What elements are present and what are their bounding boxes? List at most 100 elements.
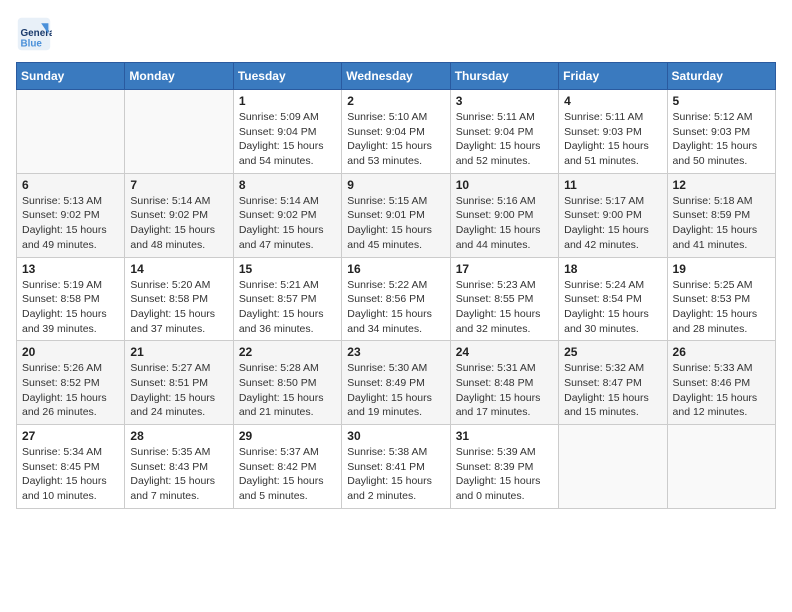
day-number: 29 — [239, 429, 336, 443]
calendar-cell: 19Sunrise: 5:25 AM Sunset: 8:53 PM Dayli… — [667, 257, 775, 341]
weekday-header-friday: Friday — [559, 63, 667, 90]
weekday-header-thursday: Thursday — [450, 63, 558, 90]
day-info: Sunrise: 5:14 AM Sunset: 9:02 PM Dayligh… — [130, 194, 227, 253]
day-info: Sunrise: 5:23 AM Sunset: 8:55 PM Dayligh… — [456, 278, 553, 337]
calendar-cell: 20 Sunrise: 5:26 AM Sunset: 8:52 PM Dayli… — [17, 341, 125, 425]
day-number: 11 — [564, 178, 661, 192]
day-number: 1 — [239, 94, 336, 108]
calendar-cell: 29 Sunrise: 5:37 AM Sunset: 8:42 PM Dayli… — [233, 425, 341, 509]
day-number: 25 — [564, 345, 661, 359]
day-info: Sunrise: 5:16 AM Sunset: 9:00 PM Dayligh… — [456, 194, 553, 253]
day-number: 13 — [22, 262, 119, 276]
day-info: Sunrise: 5:19 AM Sunset: 8:58 PM Dayligh… — [22, 278, 119, 337]
day-number: 30 — [347, 429, 444, 443]
day-info: Sunrise: 5:14 AM Sunset: 9:02 PM Dayligh… — [239, 194, 336, 253]
calendar-cell: 25 Sunrise: 5:32 AM Sunset: 8:47 PM Dayli… — [559, 341, 667, 425]
day-number: 18 — [564, 262, 661, 276]
calendar-cell: 3 Sunrise: 5:11 AM Sunset: 9:04 PM Daylig… — [450, 90, 558, 174]
day-number: 22 — [239, 345, 336, 359]
weekday-header-monday: Monday — [125, 63, 233, 90]
calendar-cell — [17, 90, 125, 174]
day-number: 9 — [347, 178, 444, 192]
weekday-header-tuesday: Tuesday — [233, 63, 341, 90]
day-number: 3 — [456, 94, 553, 108]
day-number: 5 — [673, 94, 770, 108]
day-number: 23 — [347, 345, 444, 359]
day-number: 12 — [673, 178, 770, 192]
day-info: Sunrise: 5:37 AM Sunset: 8:42 PM Dayligh… — [239, 445, 336, 504]
calendar-cell: 24Sunrise: 5:31 AM Sunset: 8:48 PM Dayli… — [450, 341, 558, 425]
calendar-cell: 18 Sunrise: 5:24 AM Sunset: 8:54 PM Dayli… — [559, 257, 667, 341]
day-info: Sunrise: 5:15 AM Sunset: 9:01 PM Dayligh… — [347, 194, 444, 253]
calendar-cell — [125, 90, 233, 174]
day-number: 2 — [347, 94, 444, 108]
day-info: Sunrise: 5:13 AM Sunset: 9:02 PM Dayligh… — [22, 194, 119, 253]
day-number: 19 — [673, 262, 770, 276]
calendar-cell: 1 Sunrise: 5:09 AM Sunset: 9:04 PM Daylig… — [233, 90, 341, 174]
day-number: 8 — [239, 178, 336, 192]
calendar-week-row: 6 Sunrise: 5:13 AM Sunset: 9:02 PM Daylig… — [17, 173, 776, 257]
day-info: Sunrise: 5:32 AM Sunset: 8:47 PM Dayligh… — [564, 361, 661, 420]
calendar-cell: 23 Sunrise: 5:30 AM Sunset: 8:49 PM Dayli… — [342, 341, 450, 425]
calendar-week-row: 13 Sunrise: 5:19 AM Sunset: 8:58 PM Dayli… — [17, 257, 776, 341]
day-info: Sunrise: 5:31 AM Sunset: 8:48 PM Dayligh… — [456, 361, 553, 420]
day-number: 4 — [564, 94, 661, 108]
day-info: Sunrise: 5:21 AM Sunset: 8:57 PM Dayligh… — [239, 278, 336, 337]
calendar-cell: 12Sunrise: 5:18 AM Sunset: 8:59 PM Dayli… — [667, 173, 775, 257]
day-number: 21 — [130, 345, 227, 359]
page-header: General Blue — [16, 16, 776, 52]
calendar-cell: 2 Sunrise: 5:10 AM Sunset: 9:04 PM Daylig… — [342, 90, 450, 174]
day-info: Sunrise: 5:12 AM Sunset: 9:03 PM Dayligh… — [673, 110, 770, 169]
calendar-cell: 16Sunrise: 5:22 AM Sunset: 8:56 PM Dayli… — [342, 257, 450, 341]
logo: General Blue — [16, 16, 56, 52]
calendar-header-row: SundayMondayTuesdayWednesdayThursdayFrid… — [17, 63, 776, 90]
calendar-cell: 31 Sunrise: 5:39 AM Sunset: 8:39 PM Dayli… — [450, 425, 558, 509]
day-info: Sunrise: 5:35 AM Sunset: 8:43 PM Dayligh… — [130, 445, 227, 504]
day-number: 20 — [22, 345, 119, 359]
day-info: Sunrise: 5:28 AM Sunset: 8:50 PM Dayligh… — [239, 361, 336, 420]
calendar-cell: 15Sunrise: 5:21 AM Sunset: 8:57 PM Dayli… — [233, 257, 341, 341]
calendar-week-row: 27Sunrise: 5:34 AM Sunset: 8:45 PM Dayli… — [17, 425, 776, 509]
calendar-cell: 14 Sunrise: 5:20 AM Sunset: 8:58 PM Dayli… — [125, 257, 233, 341]
day-info: Sunrise: 5:30 AM Sunset: 8:49 PM Dayligh… — [347, 361, 444, 420]
calendar-week-row: 1 Sunrise: 5:09 AM Sunset: 9:04 PM Daylig… — [17, 90, 776, 174]
calendar-cell: 7Sunrise: 5:14 AM Sunset: 9:02 PM Daylig… — [125, 173, 233, 257]
day-number: 17 — [456, 262, 553, 276]
day-info: Sunrise: 5:09 AM Sunset: 9:04 PM Dayligh… — [239, 110, 336, 169]
calendar-cell: 21Sunrise: 5:27 AM Sunset: 8:51 PM Dayli… — [125, 341, 233, 425]
day-info: Sunrise: 5:17 AM Sunset: 9:00 PM Dayligh… — [564, 194, 661, 253]
weekday-header-sunday: Sunday — [17, 63, 125, 90]
day-number: 27 — [22, 429, 119, 443]
weekday-header-saturday: Saturday — [667, 63, 775, 90]
calendar-cell — [667, 425, 775, 509]
calendar-cell: 8 Sunrise: 5:14 AM Sunset: 9:02 PM Daylig… — [233, 173, 341, 257]
day-info: Sunrise: 5:10 AM Sunset: 9:04 PM Dayligh… — [347, 110, 444, 169]
calendar-cell: 28 Sunrise: 5:35 AM Sunset: 8:43 PM Dayli… — [125, 425, 233, 509]
calendar-cell: 26 Sunrise: 5:33 AM Sunset: 8:46 PM Dayli… — [667, 341, 775, 425]
day-number: 31 — [456, 429, 553, 443]
day-info: Sunrise: 5:11 AM Sunset: 9:04 PM Dayligh… — [456, 110, 553, 169]
weekday-header-wednesday: Wednesday — [342, 63, 450, 90]
svg-text:Blue: Blue — [21, 39, 43, 50]
day-info: Sunrise: 5:38 AM Sunset: 8:41 PM Dayligh… — [347, 445, 444, 504]
calendar-cell — [559, 425, 667, 509]
calendar-cell: 17 Sunrise: 5:23 AM Sunset: 8:55 PM Dayli… — [450, 257, 558, 341]
day-info: Sunrise: 5:24 AM Sunset: 8:54 PM Dayligh… — [564, 278, 661, 337]
day-number: 14 — [130, 262, 227, 276]
day-number: 26 — [673, 345, 770, 359]
day-number: 28 — [130, 429, 227, 443]
day-info: Sunrise: 5:20 AM Sunset: 8:58 PM Dayligh… — [130, 278, 227, 337]
day-number: 6 — [22, 178, 119, 192]
day-info: Sunrise: 5:39 AM Sunset: 8:39 PM Dayligh… — [456, 445, 553, 504]
day-info: Sunrise: 5:26 AM Sunset: 8:52 PM Dayligh… — [22, 361, 119, 420]
calendar-cell: 11 Sunrise: 5:17 AM Sunset: 9:00 PM Dayli… — [559, 173, 667, 257]
calendar-cell: 30 Sunrise: 5:38 AM Sunset: 8:41 PM Dayli… — [342, 425, 450, 509]
calendar-cell: 5 Sunrise: 5:12 AM Sunset: 9:03 PM Daylig… — [667, 90, 775, 174]
calendar-cell: 4Sunrise: 5:11 AM Sunset: 9:03 PM Daylig… — [559, 90, 667, 174]
calendar-cell: 13 Sunrise: 5:19 AM Sunset: 8:58 PM Dayli… — [17, 257, 125, 341]
day-number: 10 — [456, 178, 553, 192]
calendar-cell: 6 Sunrise: 5:13 AM Sunset: 9:02 PM Daylig… — [17, 173, 125, 257]
day-info: Sunrise: 5:22 AM Sunset: 8:56 PM Dayligh… — [347, 278, 444, 337]
logo-icon: General Blue — [16, 16, 52, 52]
day-info: Sunrise: 5:33 AM Sunset: 8:46 PM Dayligh… — [673, 361, 770, 420]
